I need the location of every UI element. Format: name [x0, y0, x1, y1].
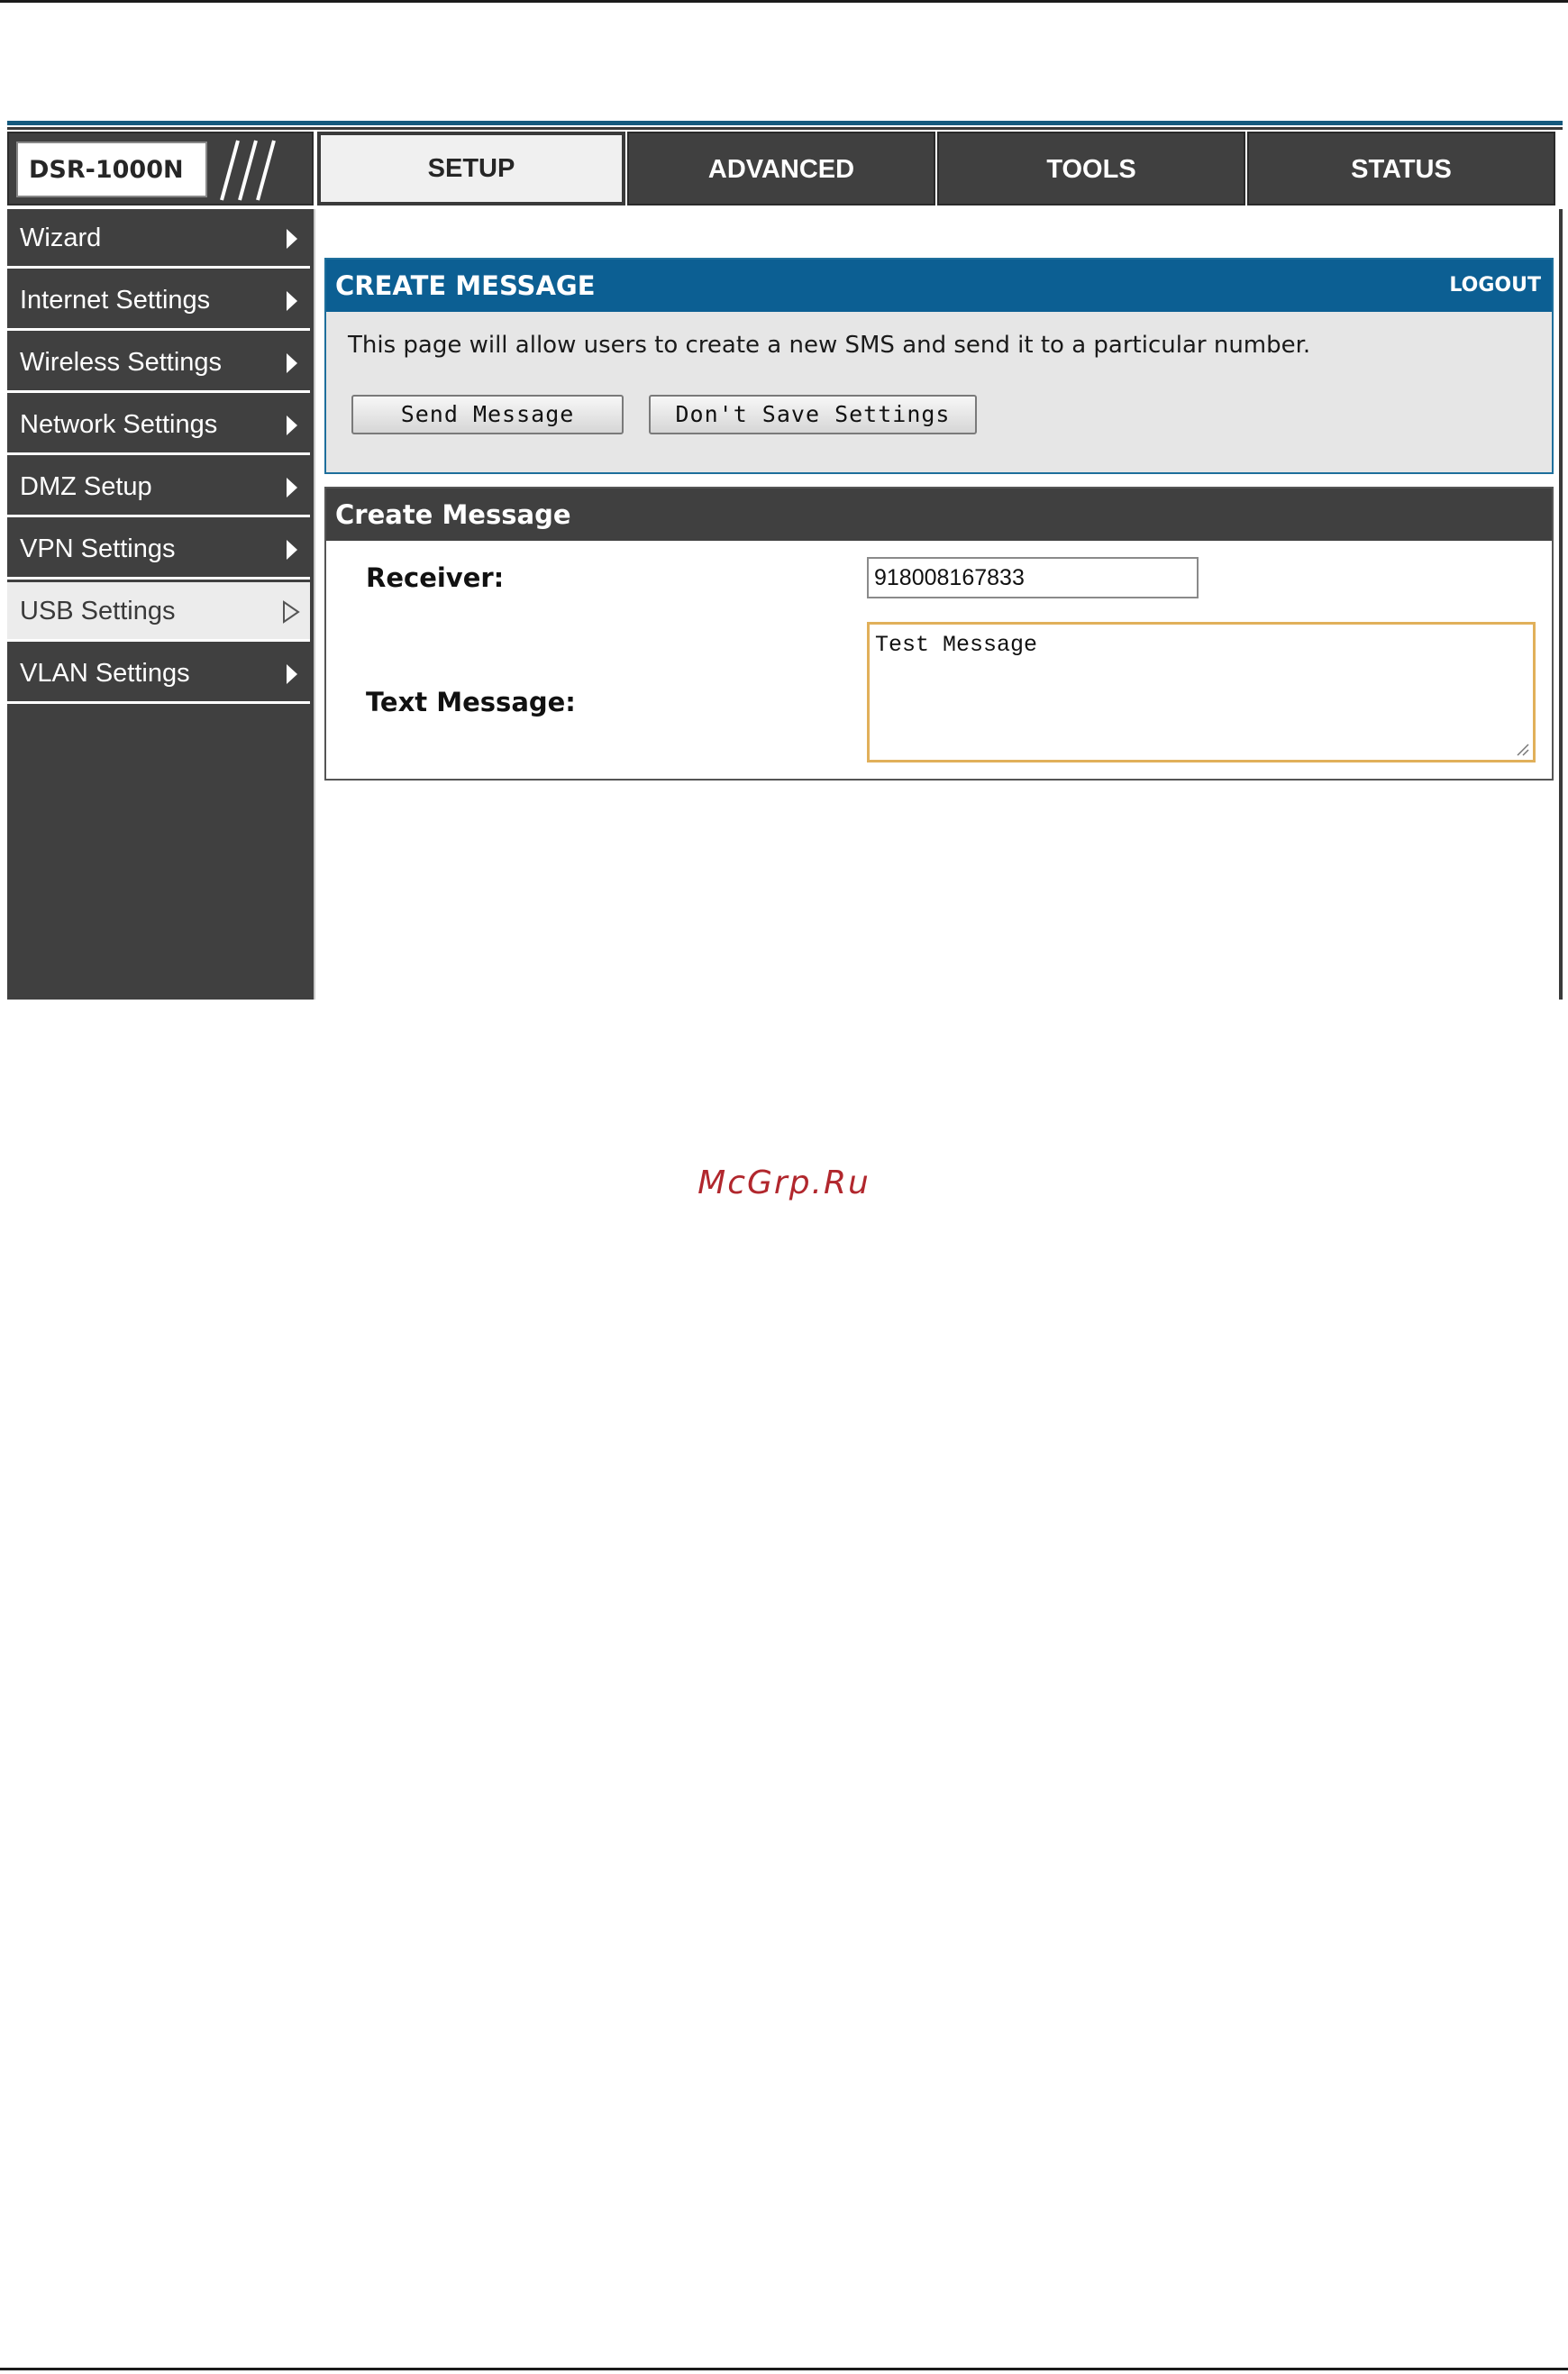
sidebar-item-label: Wireless Settings [20, 348, 223, 377]
sidebar-item-label: USB Settings [20, 597, 176, 625]
send-message-button[interactable]: Send Message [351, 395, 624, 434]
watermark-text: McGrp.Ru [697, 1164, 871, 1201]
arrow-right-outline-icon [283, 600, 300, 624]
arrow-right-icon [287, 291, 297, 311]
sidebar-item-label: DMZ Setup [20, 472, 152, 501]
tab-tools[interactable]: TOOLS [937, 132, 1245, 205]
arrow-right-icon [287, 478, 297, 498]
sidebar-item-network-settings[interactable]: Network Settings [7, 396, 310, 455]
arrow-right-icon [287, 540, 297, 560]
sidebar-item-label: VPN Settings [20, 534, 176, 563]
sidebar-divider [314, 209, 315, 1000]
panel-title: CREATE MESSAGE [335, 270, 596, 301]
text-message-value: Test Message [875, 632, 1038, 658]
sidebar-item-vpn-settings[interactable]: VPN Settings [7, 520, 310, 580]
tab-advanced[interactable]: ADVANCED [627, 132, 935, 205]
sidebar-item-wireless-settings[interactable]: Wireless Settings [7, 333, 310, 393]
page-bottom-rule [0, 2368, 1568, 2370]
sidebar: Wizard Internet Settings Wireless Settin… [7, 209, 314, 1000]
sidebar-item-internet-settings[interactable]: Internet Settings [7, 271, 310, 331]
dont-save-settings-button[interactable]: Don't Save Settings [649, 395, 977, 434]
arrow-right-icon [287, 415, 297, 435]
arrow-right-icon [287, 353, 297, 373]
receiver-label: Receiver: [366, 562, 505, 593]
main-tabs: SETUP ADVANCED TOOLS STATUS [317, 132, 1563, 205]
sidebar-item-label: VLAN Settings [20, 659, 190, 688]
top-accent-line [7, 121, 1563, 125]
slashes-icon [220, 140, 276, 201]
form-title: Create Message [326, 488, 1552, 541]
create-message-form: Create Message Receiver: 918008167833 Te… [324, 487, 1554, 781]
sidebar-item-label: Internet Settings [20, 286, 211, 315]
router-ui: DSR-1000N SETUP ADVANCED TOOLS STATUS Wi… [7, 121, 1563, 1000]
logout-link[interactable]: LOGOUT [1449, 260, 1541, 312]
sidebar-item-label: Network Settings [20, 410, 218, 439]
receiver-input[interactable]: 918008167833 [867, 557, 1199, 598]
page-top-rule [0, 0, 1568, 3]
arrow-right-icon [287, 664, 297, 684]
create-message-panel: CREATE MESSAGE LOGOUT This page will all… [324, 258, 1554, 474]
top-divider-line [7, 127, 1563, 130]
product-logo: DSR-1000N [7, 132, 314, 205]
panel-header: CREATE MESSAGE LOGOUT [326, 260, 1552, 312]
text-message-textarea[interactable]: Test Message [867, 622, 1536, 762]
sidebar-item-usb-settings[interactable]: USB Settings [7, 582, 310, 642]
content-right-border [1559, 209, 1563, 1000]
text-message-label: Text Message: [366, 687, 576, 717]
tab-status[interactable]: STATUS [1247, 132, 1555, 205]
sidebar-item-label: Wizard [20, 224, 102, 252]
sidebar-item-vlan-settings[interactable]: VLAN Settings [7, 644, 310, 704]
sidebar-item-wizard[interactable]: Wizard [7, 209, 310, 269]
panel-description: This page will allow users to create a n… [348, 332, 1311, 359]
sidebar-item-dmz-setup[interactable]: DMZ Setup [7, 458, 310, 517]
product-name: DSR-1000N [16, 142, 207, 197]
tab-setup[interactable]: SETUP [317, 132, 625, 205]
resize-grip-icon[interactable] [1515, 742, 1529, 756]
arrow-right-icon [287, 229, 297, 249]
header-bar: DSR-1000N SETUP ADVANCED TOOLS STATUS [7, 132, 1563, 207]
